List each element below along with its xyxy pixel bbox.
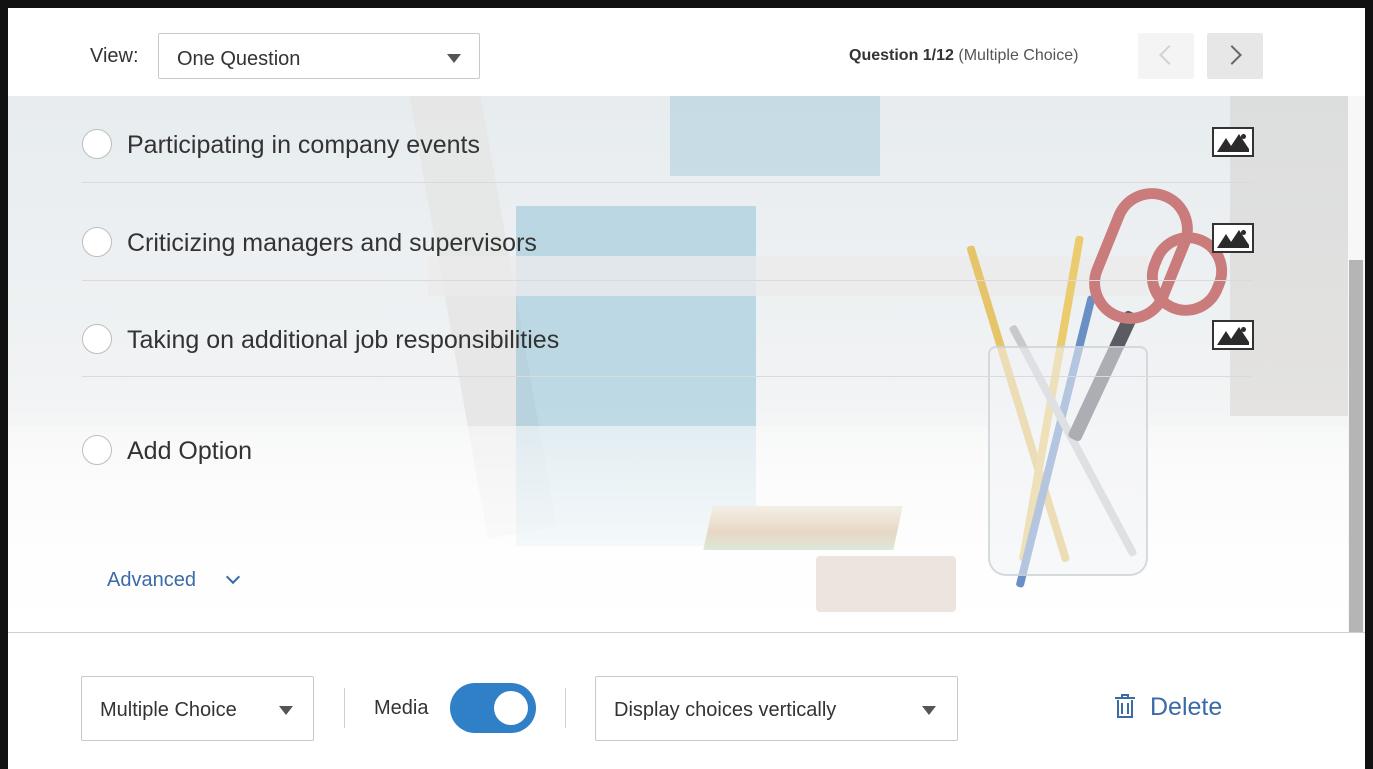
trash-icon	[1115, 694, 1135, 718]
option-label[interactable]: Participating in company events	[127, 131, 480, 160]
previous-question-button[interactable]	[1138, 33, 1194, 79]
question-background-image	[8, 96, 1348, 632]
caret-down-icon	[447, 54, 461, 63]
image-icon[interactable]	[1212, 223, 1254, 253]
window-frame-right	[1365, 0, 1373, 769]
option-radio[interactable]	[82, 227, 112, 257]
image-icon[interactable]	[1212, 127, 1254, 157]
question-header: View: One Question Question 1/12 (Multip…	[8, 8, 1365, 96]
display-choices-select[interactable]: Display choices vertically	[595, 676, 958, 741]
add-option-label[interactable]: Add Option	[127, 437, 252, 466]
option-radio[interactable]	[82, 129, 112, 159]
delete-button[interactable]: Delete	[1112, 690, 1232, 726]
option-divider	[82, 376, 1252, 377]
chevron-left-icon	[1159, 45, 1179, 65]
question-position: Question 1/12	[849, 47, 954, 64]
media-label: Media	[374, 697, 429, 719]
photo-shelf	[428, 256, 1148, 296]
view-select-value: One Question	[177, 48, 301, 70]
caret-down-icon	[922, 706, 936, 715]
question-counter: Question 1/12 (Multiple Choice)	[849, 47, 1078, 65]
toolbar-separator	[565, 688, 566, 728]
option-row[interactable]: Participating in company events	[82, 124, 582, 164]
add-option-row[interactable]: Add Option	[82, 430, 382, 470]
window-frame-top	[0, 0, 1373, 8]
option-label[interactable]: Taking on additional job responsibilitie…	[127, 326, 559, 355]
caret-down-icon	[279, 706, 293, 715]
photo-window	[670, 96, 880, 176]
option-divider	[82, 182, 1252, 183]
option-radio	[82, 435, 112, 465]
question-type-info: (Multiple Choice)	[958, 47, 1079, 64]
delete-label: Delete	[1150, 693, 1223, 721]
toggle-knob	[494, 691, 528, 725]
window-frame-left	[0, 0, 8, 769]
photo-sticky-notes	[703, 506, 903, 550]
media-toggle[interactable]	[450, 683, 536, 733]
question-type-select[interactable]: Multiple Choice	[81, 676, 314, 741]
option-row[interactable]: Criticizing managers and supervisors	[82, 222, 642, 262]
view-label: View:	[90, 45, 139, 67]
chevron-right-icon	[1222, 45, 1242, 65]
option-row[interactable]: Taking on additional job responsibilitie…	[82, 319, 682, 359]
image-icon[interactable]	[1212, 320, 1254, 350]
next-question-button[interactable]	[1207, 33, 1263, 79]
option-divider	[82, 280, 1252, 281]
photo-paperclip-box	[816, 556, 956, 612]
display-choices-value: Display choices vertically	[614, 699, 837, 721]
scrollbar-thumb[interactable]	[1349, 260, 1363, 632]
question-type-value: Multiple Choice	[100, 699, 237, 721]
toolbar-separator	[344, 688, 345, 728]
advanced-toggle[interactable]: Advanced	[107, 569, 196, 592]
option-label[interactable]: Criticizing managers and supervisors	[127, 229, 537, 258]
option-radio[interactable]	[82, 324, 112, 354]
view-select[interactable]: One Question	[158, 33, 480, 79]
photo-pen-cup	[988, 346, 1148, 576]
